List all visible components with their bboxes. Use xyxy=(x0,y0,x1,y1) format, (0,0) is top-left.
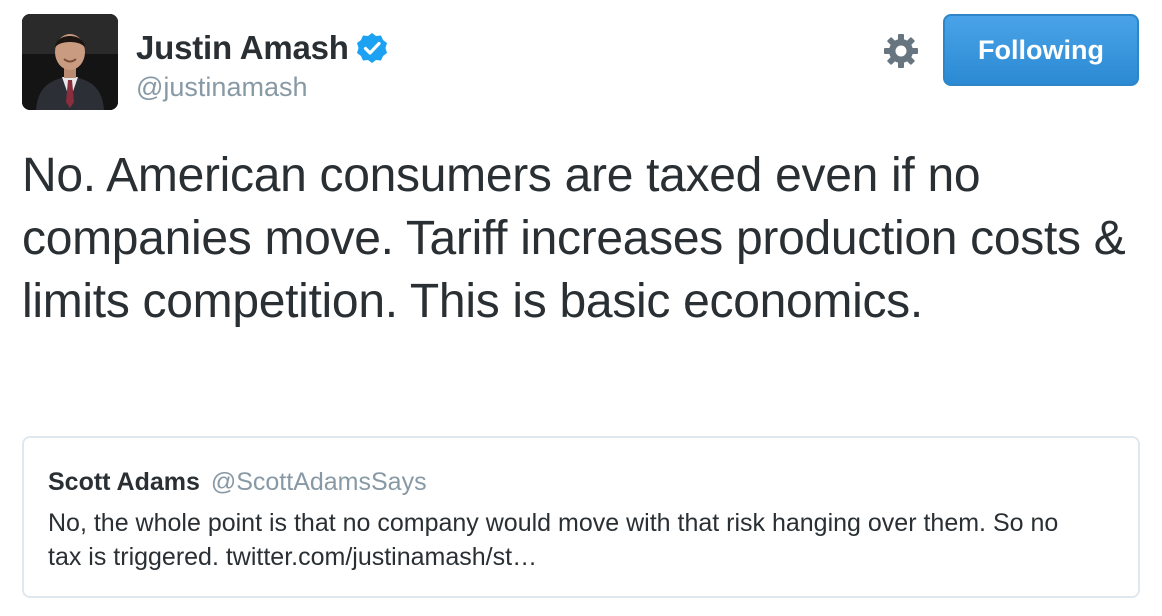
author-handle[interactable]: @justinamash xyxy=(136,72,389,103)
author-info: Justin Amash @justinamash xyxy=(136,26,389,103)
quoted-tweet[interactable]: Scott Adams @ScottAdamsSays No, the whol… xyxy=(22,436,1140,598)
quoted-tweet-text: No, the whole point is that no company w… xyxy=(48,509,1059,571)
following-button[interactable]: Following xyxy=(943,14,1139,86)
tweet-text: No. American consumers are taxed even if… xyxy=(22,149,1126,328)
tweet-card: Justin Amash @justinamash Following No. … xyxy=(0,0,1162,616)
quoted-author-name: Scott Adams xyxy=(48,468,200,496)
quoted-tweet-header: Scott Adams @ScottAdamsSays xyxy=(48,466,1114,498)
gear-icon[interactable] xyxy=(882,32,920,70)
quoted-author-handle: @ScottAdamsSays xyxy=(210,468,427,496)
author-display-name[interactable]: Justin Amash xyxy=(136,29,349,67)
profile-photo-icon xyxy=(22,14,118,110)
verified-badge-icon xyxy=(355,31,389,65)
avatar[interactable] xyxy=(22,14,118,110)
